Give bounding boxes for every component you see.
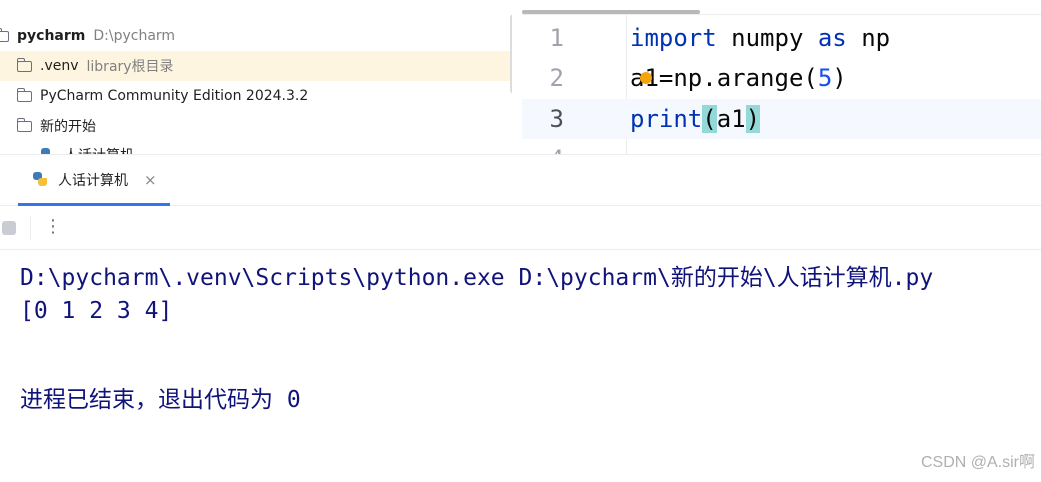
matched-brace: ): [745, 105, 761, 133]
line-number: 1: [549, 24, 564, 52]
editor-divider: [522, 14, 1041, 15]
python-run-icon: [32, 171, 50, 189]
code-text: a1=np.arange(5): [630, 58, 847, 98]
console-line: [0 1 2 3 4]: [20, 298, 173, 324]
keyword: import: [630, 24, 717, 52]
tree-item-label: .venv: [40, 58, 79, 74]
run-tool-window-header: 人话计算机 ×: [0, 154, 1041, 206]
code-token: a1=np.arange(: [630, 64, 818, 92]
console-line: 进程已结束，退出代码为 0: [20, 387, 301, 413]
tree-item-label: 人话计算机: [64, 145, 134, 154]
tree-root-name: pycharm: [17, 28, 86, 44]
matched-brace: (: [702, 105, 717, 133]
stop-icon[interactable]: [2, 221, 16, 235]
project-tree: pycharm D:\pycharm .venv library根目录 PyCh…: [0, 0, 512, 154]
code-line-1[interactable]: 1 import numpy as np: [522, 18, 1041, 58]
close-icon[interactable]: ×: [144, 171, 157, 189]
tree-root-pycharm[interactable]: pycharm D:\pycharm: [0, 21, 512, 51]
code-token: a1: [716, 105, 746, 133]
builtin-function: print: [630, 105, 703, 133]
intention-bulb-icon[interactable]: [640, 72, 652, 84]
run-console[interactable]: D:\pycharm\.venv\Scripts\python.exe D:\p…: [0, 250, 1041, 482]
watermark: CSDN @A.sir啊: [920, 454, 1035, 471]
code-text: import numpy as np: [630, 18, 890, 58]
tree-item-label: 新的开始: [40, 119, 96, 135]
tree-item-xindekaishi[interactable]: 新的开始: [0, 111, 512, 141]
line-number: 2: [549, 64, 564, 92]
folder-icon: [0, 27, 9, 42]
tree-scrollbar[interactable]: [510, 14, 512, 94]
toolbar-divider: [30, 216, 31, 240]
more-options-icon[interactable]: ⋮: [44, 214, 62, 240]
code-line-3[interactable]: 3 print(a1): [522, 99, 1041, 139]
line-number: 4: [522, 139, 564, 154]
tree-root-path: D:\pycharm: [93, 28, 176, 44]
code-token: np: [846, 24, 891, 52]
run-tab[interactable]: 人话计算机 ×: [18, 155, 170, 205]
tree-item-pycharm-community[interactable]: PyCharm Community Edition 2024.3.2: [0, 81, 512, 111]
tree-item-file[interactable]: 人话计算机: [0, 140, 512, 154]
tree-item-hint: library根目录: [86, 59, 174, 75]
tree-item-label: PyCharm Community Edition 2024.3.2: [40, 88, 309, 104]
python-file-icon: [40, 147, 56, 154]
code-token: numpy: [716, 24, 818, 52]
keyword: as: [817, 24, 847, 52]
line-number: 3: [549, 105, 564, 133]
folder-icon: [16, 117, 32, 132]
folder-icon: [16, 57, 32, 72]
run-tab-label: 人话计算机: [58, 173, 128, 189]
run-toolbar: ⋮: [0, 206, 1041, 250]
code-text: print(a1): [630, 99, 761, 139]
number-literal: 5: [817, 64, 833, 92]
code-line-4[interactable]: 4: [522, 139, 1041, 154]
folder-icon: [16, 87, 32, 102]
code-token: ): [832, 64, 847, 92]
console-line: D:\pycharm\.venv\Scripts\python.exe D:\p…: [20, 265, 934, 291]
code-line-2[interactable]: 2 a1=np.arange(5): [522, 58, 1041, 98]
code-editor[interactable]: 1 import numpy as np 2 a1=np.arange(5) 3…: [522, 0, 1041, 154]
tree-item-venv[interactable]: .venv library根目录: [0, 51, 512, 81]
